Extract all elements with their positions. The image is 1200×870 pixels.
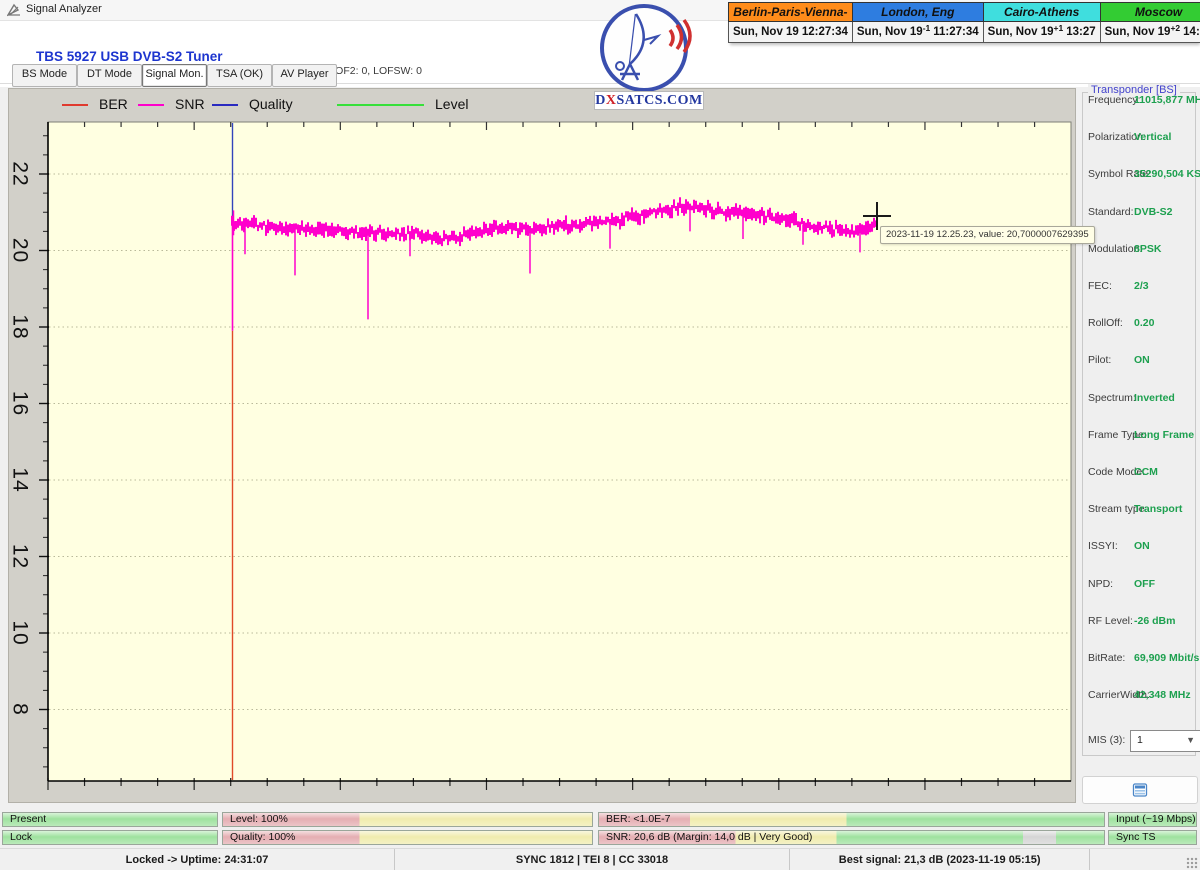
transponder-row-value: 42,348 MHz [1134, 689, 1191, 702]
y-axis-label: 20 [9, 238, 32, 263]
transponder-row: Frequency:11015,877 MHz [1088, 94, 1200, 109]
legend-line-swatch [212, 104, 238, 106]
transponder-row-label: ISSYI: [1088, 540, 1118, 553]
transponder-row-value: ON [1134, 540, 1150, 553]
status-sync: SYNC 1812 | TEI 8 | CC 33018 [395, 849, 791, 870]
y-axis-label: 12 [9, 544, 32, 569]
transponder-row-value: 2/3 [1134, 280, 1149, 292]
ts-capture-button[interactable] [1082, 776, 1198, 804]
legend-label: BER [99, 96, 128, 112]
chart-tooltip: 2023-11-19 12.25.23, value: 20,700000762… [880, 226, 1095, 244]
transponder-row: RollOff: 0.20 [1088, 317, 1192, 332]
lock-indicator: Lock [2, 830, 218, 845]
transponder-row-label: BitRate: [1088, 652, 1126, 664]
satellite-dish-logo-icon [600, 4, 692, 92]
level-bar: Level: 100% [222, 812, 593, 827]
transponder-row-label: Pilot: [1088, 354, 1112, 367]
transponder-row: Code Mode: CCM [1088, 466, 1192, 481]
transponder-row: NPD: OFF [1088, 578, 1192, 593]
legend-label: Quality [249, 96, 293, 112]
transponder-row-value: 35290,504 KS/s [1134, 168, 1200, 181]
transponder-row: RF Level: -26 dBm [1088, 615, 1192, 630]
status-bar: Locked -> Uptime: 24:31:07 SYNC 1812 | T… [0, 848, 1200, 870]
transponder-row-label: RollOff: [1088, 317, 1123, 330]
transponder-row-label: Standard: [1088, 205, 1134, 218]
transponder-row-value: Vertical [1134, 131, 1172, 144]
transponder-row-label: NPD: [1088, 577, 1114, 590]
signal-analyzer-window: Signal Analyzer TBS 5927 USB DVB-S2 Tune… [0, 0, 1200, 870]
clock-time: 14:27 [1183, 26, 1200, 38]
transponder-row-label: Spectrum: [1088, 391, 1136, 404]
clock-date: Sun, Nov 19 [1104, 26, 1171, 38]
transponder-row: BitRate: 69,909 Mbit/s [1088, 652, 1199, 667]
y-axis-label: 18 [9, 314, 32, 339]
snr-bar: SNR: 20,6 dB (Margin: 14,0 dB | Very Goo… [598, 830, 1105, 845]
transponder-panel-title: Transponder [BS] [1088, 84, 1180, 96]
present-indicator: Present [2, 812, 218, 827]
transponder-row-value: -26 dBm [1134, 614, 1176, 627]
transponder-row-value: DVB-S2 [1134, 205, 1173, 218]
clock-value: Sun, Nov 19+214:27 [1099, 22, 1200, 43]
dxsatcs-logo: DXSATCS.COM [592, 2, 706, 114]
status-spacer [1090, 849, 1200, 870]
legend-line-swatch [138, 104, 164, 106]
mis-label: MIS (3): [1088, 734, 1126, 746]
y-axis-label: 16 [9, 391, 32, 416]
transponder-row: Standard: DVB-S2 [1088, 206, 1192, 221]
y-axis-label: 10 [9, 620, 32, 645]
legend-label: SNR [175, 96, 205, 112]
transponder-row-value: CCM [1134, 466, 1158, 478]
y-axis-label: 14 [9, 467, 32, 492]
quality-bar: Quality: 100% [222, 830, 593, 845]
transponder-row-value: 69,909 Mbit/s [1134, 652, 1200, 664]
chevron-down-icon: ▼ [1186, 735, 1195, 745]
logo-text: DXSATCS.COM [594, 91, 704, 110]
signal-chart[interactable]: 8 10 12 14 16 18 20 22 [0, 0, 1080, 812]
mis-selected-value: 1 [1137, 734, 1143, 746]
transponder-row: Stream type: Transport [1088, 503, 1192, 518]
ber-bar: BER: <1.0E-7 [598, 812, 1105, 827]
y-axis-label: 22 [9, 161, 32, 186]
legend-line-swatch [337, 104, 424, 106]
transponder-row: Symbol Rate:35290,504 KS/s [1088, 168, 1200, 183]
status-best-signal: Best signal: 21,3 dB (2023-11-19 05:15) [790, 849, 1091, 870]
disk-icon [1132, 783, 1148, 797]
status-uptime: Locked -> Uptime: 24:31:07 [0, 849, 396, 870]
transponder-row-label: RF Level: [1088, 614, 1133, 627]
transponder-row: Spectrum: Inverted [1088, 392, 1192, 407]
resize-grip-icon[interactable] [1186, 857, 1198, 869]
sync-ts-bar: Sync TS [1108, 830, 1197, 845]
legend-line-swatch [62, 104, 88, 106]
transponder-row: CarrierWidth: 42,348 MHz [1088, 689, 1192, 704]
clock-utc-offset: +2 [1170, 23, 1181, 33]
transponder-row-value: 0.20 [1134, 317, 1155, 330]
transponder-row: Modulation: 8PSK [1088, 243, 1192, 258]
transponder-row-value: ON [1134, 354, 1150, 367]
input-bar: Input (~19 Mbps) [1108, 812, 1197, 827]
transponder-row-label: FEC: [1088, 280, 1112, 292]
legend-label: Level [435, 96, 469, 112]
transponder-row-value: Inverted [1134, 391, 1175, 404]
transponder-row-value: OFF [1134, 577, 1155, 590]
transponder-row-value: Transport [1134, 503, 1183, 516]
mis-select[interactable]: 1 ▼ [1130, 730, 1200, 752]
transponder-row: Pilot: ON [1088, 354, 1192, 369]
transponder-row: ISSYI: ON [1088, 540, 1192, 555]
transponder-row-value: 8PSK [1134, 242, 1162, 255]
transponder-row: Polarization: Vertical [1088, 131, 1192, 146]
transponder-row: FEC: 2/3 [1088, 280, 1192, 295]
y-axis-label: 8 [9, 703, 32, 716]
transponder-row-value: Long Frame [1134, 428, 1195, 441]
transponder-row: Frame Type: Long Frame [1088, 428, 1195, 444]
clock-city-header: Moscow [1099, 2, 1200, 22]
